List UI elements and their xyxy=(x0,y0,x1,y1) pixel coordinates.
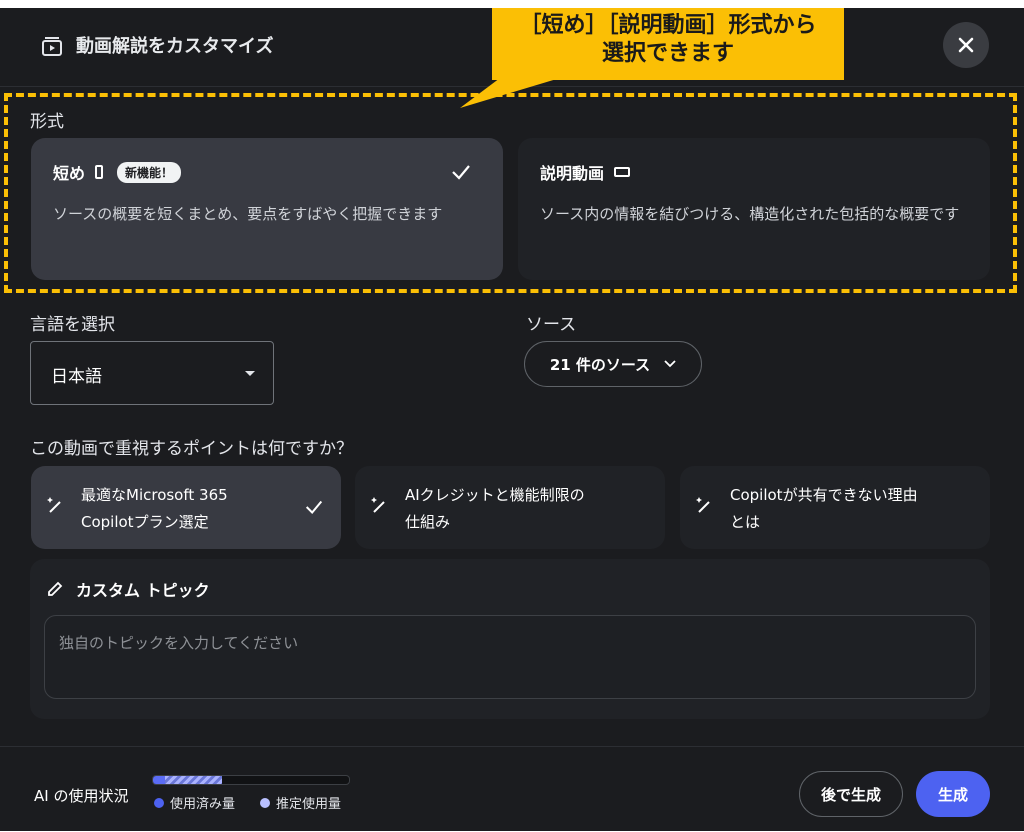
annotation-highlight-box xyxy=(4,93,1017,293)
custom-topic-heading: カスタム トピック xyxy=(46,577,210,601)
point-suggestion-3[interactable]: Copilotが共有できない理由 とは xyxy=(680,466,990,549)
close-button[interactable] xyxy=(943,22,989,68)
caret-down-icon xyxy=(245,371,255,376)
usage-estimated-fill xyxy=(164,776,222,784)
callout-line-1: ［短め］［説明動画］形式から xyxy=(519,13,817,38)
dialog-footer: AI の使用状況 使用済み量 推定使用量 後で生成 生成 xyxy=(0,746,1024,832)
legend-used: 使用済み量 xyxy=(154,793,235,812)
customize-dialog: 動画解説をカスタマイズ ［短め］［説明動画］形式から 選択できます 形式 短め … xyxy=(0,8,1024,831)
callout-line-2: 選択できます xyxy=(601,41,734,66)
used-dot-icon xyxy=(154,797,164,808)
point-2-line2: 仕組み xyxy=(405,513,451,531)
focus-points-label: この動画で重視するポイントは何ですか？ xyxy=(30,439,353,459)
usage-used-fill xyxy=(153,776,165,784)
custom-topic-input[interactable]: 独自のトピックを入力してください xyxy=(44,615,976,699)
source-dropdown-button[interactable]: 21 件のソース xyxy=(524,341,702,387)
pencil-icon xyxy=(48,581,63,596)
point-1-line1: 最適なMicrosoft 365 xyxy=(81,486,228,504)
point-3-line1: Copilotが共有できない理由 xyxy=(730,486,918,504)
ai-usage-bar xyxy=(152,775,350,785)
point-suggestion-1[interactable]: 最適なMicrosoft 365 Copilotプラン選定 xyxy=(31,466,341,549)
generate-button[interactable]: 生成 xyxy=(916,771,990,817)
custom-topic-title: カスタム トピック xyxy=(76,581,210,600)
point-1-line2: Copilotプラン選定 xyxy=(81,513,209,531)
source-label: ソース xyxy=(526,315,577,335)
ai-usage-label: AI の使用状況 xyxy=(34,787,129,805)
annotation-callout: ［短め］［説明動画］形式から 選択できます xyxy=(492,8,844,80)
custom-topic-panel: カスタム トピック 独自のトピックを入力してください xyxy=(30,559,990,719)
custom-topic-placeholder: 独自のトピックを入力してください xyxy=(59,634,299,652)
video-frame-icon xyxy=(42,37,62,56)
point-suggestion-2-text: AIクレジットと機能制限の 仕組み xyxy=(405,482,625,536)
point-3-line2: とは xyxy=(730,513,761,531)
point-2-line1: AIクレジットと機能制限の xyxy=(405,486,585,504)
magic-wand-icon xyxy=(696,497,710,513)
legend-estimated: 推定使用量 xyxy=(260,793,341,812)
close-icon xyxy=(958,37,974,53)
magic-wand-icon xyxy=(371,497,385,513)
dialog-title: 動画解説をカスタマイズ xyxy=(76,36,274,57)
legend-used-label: 使用済み量 xyxy=(170,797,236,812)
check-icon xyxy=(305,500,323,514)
point-suggestion-3-text: Copilotが共有できない理由 とは xyxy=(730,482,950,536)
point-suggestion-1-text: 最適なMicrosoft 365 Copilotプラン選定 xyxy=(81,482,301,536)
callout-pointer xyxy=(460,78,560,108)
legend-estimated-label: 推定使用量 xyxy=(276,797,342,812)
point-suggestion-2[interactable]: AIクレジットと機能制限の 仕組み xyxy=(355,466,665,549)
language-label: 言語を選択 xyxy=(30,315,115,335)
magic-wand-icon xyxy=(47,497,61,513)
language-value: 日本語 xyxy=(51,367,102,387)
chevron-down-icon xyxy=(664,360,676,368)
generate-later-button[interactable]: 後で生成 xyxy=(799,771,903,817)
language-select[interactable]: 日本語 xyxy=(30,341,274,405)
estimated-dot-icon xyxy=(260,797,270,808)
source-count: 21 件のソース xyxy=(549,355,651,374)
